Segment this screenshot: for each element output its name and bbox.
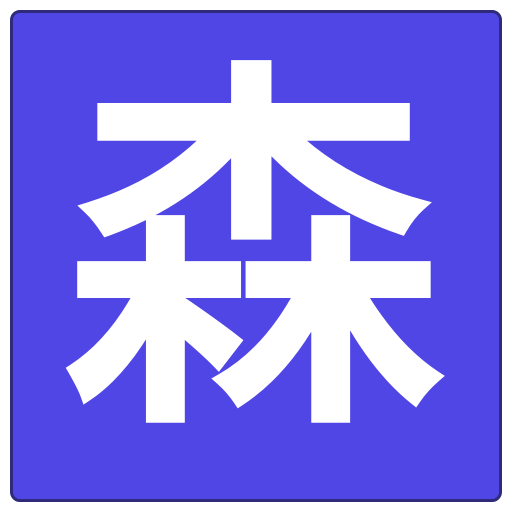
app-icon: 森 <box>0 0 512 512</box>
kanji-glyph: 森 <box>63 29 443 476</box>
icon-tile: 森 <box>10 10 502 502</box>
